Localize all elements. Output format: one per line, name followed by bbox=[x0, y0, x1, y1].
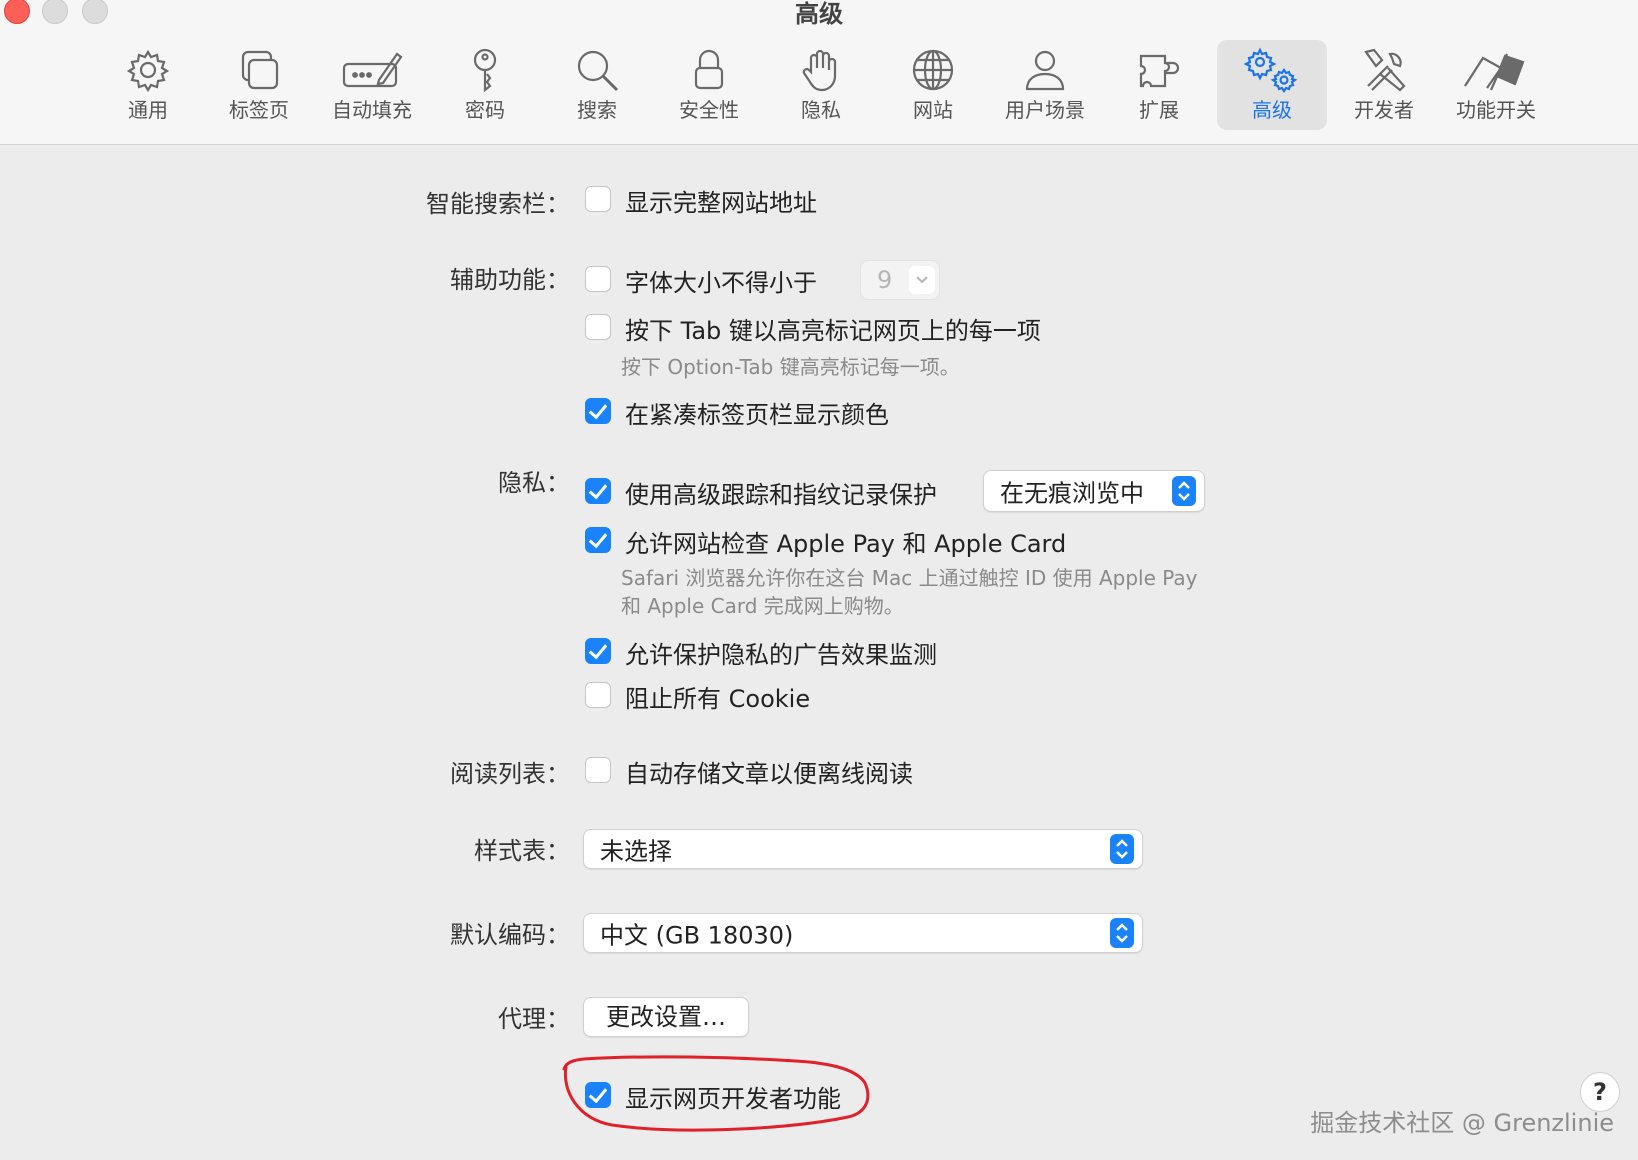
flags-icon bbox=[1461, 46, 1531, 94]
tabs-icon bbox=[235, 46, 283, 94]
gear-icon bbox=[124, 46, 172, 94]
search-icon bbox=[573, 46, 621, 94]
tab-label: 扩展 bbox=[1139, 98, 1179, 122]
tab-passwords[interactable]: 密码 bbox=[430, 40, 540, 130]
tab-highlight-checkbox[interactable] bbox=[585, 314, 611, 340]
tab-developer[interactable]: 开发者 bbox=[1329, 40, 1439, 130]
window-title: 高级 bbox=[795, 0, 843, 28]
tools-icon bbox=[1360, 46, 1408, 94]
tab-websites[interactable]: 网站 bbox=[878, 40, 988, 130]
tab-feature-flags[interactable]: 功能开关 bbox=[1441, 40, 1551, 130]
ad-measurement-label: 允许保护隐私的广告效果监测 bbox=[625, 641, 937, 669]
tracking-protection-label: 使用高级跟踪和指纹记录保护 bbox=[625, 481, 937, 509]
offline-reading-checkbox[interactable] bbox=[585, 757, 611, 783]
apple-pay-help-line-2: 和 Apple Card 完成网上购物。 bbox=[621, 594, 904, 618]
tab-label: 标签页 bbox=[229, 98, 289, 122]
ad-measurement-checkbox[interactable] bbox=[585, 638, 611, 664]
watermark: 掘金技术社区 @ Grenzlinie bbox=[1310, 1109, 1614, 1137]
offline-reading-label: 自动存储文章以便离线阅读 bbox=[625, 760, 913, 788]
tab-label: 安全性 bbox=[679, 98, 739, 122]
tab-profiles[interactable]: 用户场景 bbox=[990, 40, 1100, 130]
stepper-icon bbox=[1110, 918, 1134, 948]
tracking-protection-mode-value: 在无痕浏览中 bbox=[1000, 479, 1144, 508]
compact-tab-color-checkbox[interactable] bbox=[585, 398, 611, 424]
proxy-label: 代理： bbox=[498, 1005, 570, 1033]
stylesheet-label: 样式表： bbox=[474, 837, 570, 865]
min-font-size-label: 字体大小不得小于 bbox=[625, 269, 817, 297]
safari-settings-window: 高级 通用 标签页 自动填充 密码 搜索 安全性 隐私 网站 用户场景 扩展 高… bbox=[0, 0, 1638, 1160]
tab-tabs[interactable]: 标签页 bbox=[204, 40, 314, 130]
show-full-address-label: 显示完整网站地址 bbox=[625, 189, 817, 217]
tab-label: 用户场景 bbox=[1005, 98, 1085, 122]
hand-icon bbox=[797, 46, 845, 94]
show-full-address-checkbox[interactable] bbox=[585, 186, 611, 212]
person-icon bbox=[1021, 46, 1069, 94]
tab-label: 功能开关 bbox=[1456, 98, 1536, 122]
settings-tabs: 通用 标签页 自动填充 密码 搜索 安全性 隐私 网站 用户场景 扩展 高级 开… bbox=[0, 40, 1638, 130]
encoding-label: 默认编码： bbox=[450, 921, 570, 949]
tab-label: 搜索 bbox=[577, 98, 617, 122]
stepper-icon bbox=[1110, 834, 1134, 864]
min-font-size-value: 9 bbox=[877, 266, 893, 294]
tab-autofill[interactable]: 自动填充 bbox=[317, 40, 427, 130]
min-font-size-popup[interactable]: 9 bbox=[860, 260, 940, 300]
gears-icon bbox=[1243, 46, 1300, 94]
tracking-protection-checkbox[interactable] bbox=[585, 478, 611, 504]
globe-icon bbox=[909, 46, 957, 94]
tab-label: 开发者 bbox=[1354, 98, 1414, 122]
apple-pay-checkbox[interactable] bbox=[585, 527, 611, 553]
tab-highlight-label: 按下 Tab 键以高亮标记网页上的每一项 bbox=[625, 317, 1041, 345]
reading-list-label: 阅读列表： bbox=[450, 760, 570, 788]
compact-tab-color-label: 在紧凑标签页栏显示颜色 bbox=[625, 401, 889, 429]
tab-general[interactable]: 通用 bbox=[93, 40, 203, 130]
tab-search[interactable]: 搜索 bbox=[542, 40, 652, 130]
tab-highlight-help: 按下 Option-Tab 键高亮标记每一项。 bbox=[621, 355, 960, 379]
tab-label: 隐私 bbox=[801, 98, 841, 122]
encoding-popup[interactable]: 中文 (GB 18030) bbox=[583, 913, 1143, 953]
puzzle-icon bbox=[1135, 46, 1183, 94]
key-icon bbox=[461, 46, 509, 94]
advanced-settings-pane: 智能搜索栏： 显示完整网站地址 辅助功能： 字体大小不得小于 9 按下 Tab … bbox=[0, 145, 1638, 1160]
stepper-icon bbox=[1172, 476, 1196, 506]
change-proxy-settings-button[interactable]: 更改设置… bbox=[583, 997, 749, 1037]
settings-toolbar: 高级 通用 标签页 自动填充 密码 搜索 安全性 隐私 网站 用户场景 扩展 高… bbox=[0, 0, 1638, 145]
pen-field-icon bbox=[341, 46, 403, 94]
tab-label: 密码 bbox=[465, 98, 505, 122]
accessibility-label: 辅助功能： bbox=[450, 266, 570, 294]
lock-icon bbox=[685, 46, 733, 94]
chevron-down-icon bbox=[909, 266, 935, 294]
apple-pay-help-line-1: Safari 浏览器允许你在这台 Mac 上通过触控 ID 使用 Apple P… bbox=[621, 566, 1198, 590]
tab-security[interactable]: 安全性 bbox=[654, 40, 764, 130]
encoding-value: 中文 (GB 18030) bbox=[600, 921, 794, 950]
min-font-size-checkbox[interactable] bbox=[585, 266, 611, 292]
tab-label: 网站 bbox=[913, 98, 953, 122]
tab-advanced[interactable]: 高级 bbox=[1217, 40, 1327, 130]
tab-label: 高级 bbox=[1252, 98, 1292, 122]
apple-pay-label: 允许网站检查 Apple Pay 和 Apple Card bbox=[625, 530, 1067, 558]
block-cookies-label: 阻止所有 Cookie bbox=[625, 685, 811, 713]
stylesheet-value: 未选择 bbox=[600, 837, 672, 866]
red-circle-annotation bbox=[562, 1055, 870, 1132]
tracking-protection-mode-popup[interactable]: 在无痕浏览中 bbox=[983, 470, 1205, 512]
tab-label: 通用 bbox=[128, 98, 168, 122]
tab-extensions[interactable]: 扩展 bbox=[1104, 40, 1214, 130]
block-cookies-checkbox[interactable] bbox=[585, 682, 611, 708]
privacy-label: 隐私： bbox=[498, 469, 570, 497]
smart-search-label: 智能搜索栏： bbox=[426, 190, 570, 218]
tab-label: 自动填充 bbox=[332, 98, 412, 122]
stylesheet-popup[interactable]: 未选择 bbox=[583, 829, 1143, 869]
tab-privacy[interactable]: 隐私 bbox=[766, 40, 876, 130]
